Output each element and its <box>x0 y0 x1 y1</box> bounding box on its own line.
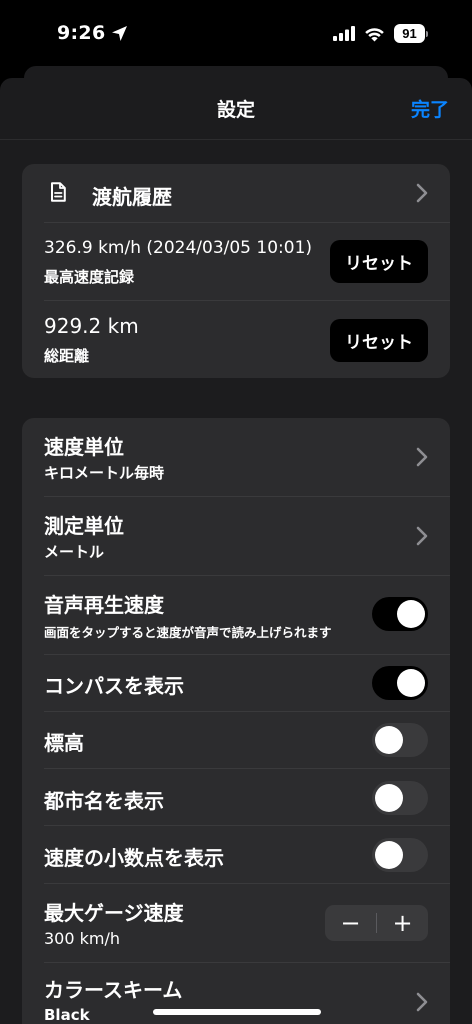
status-indicators: 91 <box>333 24 428 43</box>
page-title: 設定 <box>216 99 255 121</box>
altitude-row: 標高 <box>22 711 450 768</box>
max-speed-value: 326.9 km/h (2024/03/05 10:01) <box>44 238 313 258</box>
show-city-row: 都市名を表示 <box>22 768 450 825</box>
reset-max-speed-button[interactable]: リセット <box>330 240 428 283</box>
voice-speed-row: 音声再生速度 画面をタップすると速度が音声で読み上げられます <box>22 575 450 654</box>
chevron-right-icon <box>416 183 428 203</box>
battery-indicator: 91 <box>394 24 428 43</box>
clock-label: 9:26 <box>57 22 106 44</box>
wifi-icon <box>365 27 384 41</box>
max-gauge-title: 最大ゲージ速度 <box>44 901 184 925</box>
status-time: 9:26 <box>57 22 128 44</box>
toggle-knob <box>375 726 403 754</box>
show-city-toggle[interactable] <box>372 781 428 815</box>
voice-speed-toggle[interactable] <box>372 597 428 631</box>
speed-unit-title: 速度単位 <box>44 435 124 459</box>
toggle-knob <box>397 669 425 697</box>
home-indicator[interactable] <box>153 1009 321 1015</box>
show-decimal-title: 速度の小数点を表示 <box>44 846 224 870</box>
history-group: 渡航履歴 326.9 km/h (2024/03/05 10:01) 最高速度記… <box>22 164 450 378</box>
color-scheme-title: カラースキーム <box>44 978 183 1002</box>
done-button[interactable]: 完了 <box>411 95 449 122</box>
show-city-title: 都市名を表示 <box>44 789 164 813</box>
altitude-title: 標高 <box>44 731 84 755</box>
decrement-button[interactable]: − <box>325 905 376 941</box>
toggle-knob <box>375 784 403 812</box>
color-scheme-value: Black <box>44 1006 90 1024</box>
show-compass-row: コンパスを表示 <box>22 654 450 711</box>
show-decimal-row: 速度の小数点を表示 <box>22 825 450 883</box>
status-bar: 9:26 91 <box>0 0 472 66</box>
toggle-knob <box>375 841 403 869</box>
settings-sheet: 設定 完了 渡航履歴 326.9 km/h (2024/03/05 10:01)… <box>0 78 472 1024</box>
max-speed-row: 326.9 km/h (2024/03/05 10:01) 最高速度記録 リセッ… <box>22 222 450 300</box>
max-gauge-stepper: − + <box>325 905 428 941</box>
chevron-right-icon <box>416 526 428 546</box>
battery-level: 91 <box>394 24 425 43</box>
location-arrow-icon <box>112 25 128 41</box>
total-distance-label: 総距離 <box>44 347 90 365</box>
altitude-toggle[interactable] <box>372 723 428 757</box>
increment-button[interactable]: + <box>377 905 428 941</box>
document-icon <box>51 182 66 202</box>
history-row[interactable]: 渡航履歴 <box>22 164 450 222</box>
chevron-right-icon <box>416 992 428 1012</box>
reset-total-distance-button[interactable]: リセット <box>330 319 428 362</box>
max-gauge-row: 最大ゲージ速度 300 km/h − + <box>22 883 450 962</box>
max-gauge-value: 300 km/h <box>44 929 121 948</box>
voice-speed-description: 画面をタップすると速度が音声で読み上げられます <box>44 625 332 640</box>
toggle-knob <box>397 600 425 628</box>
measure-unit-value: メートル <box>44 543 105 561</box>
max-speed-label: 最高速度記録 <box>44 268 135 286</box>
show-compass-toggle[interactable] <box>372 666 428 700</box>
battery-cap <box>426 30 428 37</box>
show-compass-title: コンパスを表示 <box>44 674 184 698</box>
measure-unit-title: 測定単位 <box>44 514 124 538</box>
measure-unit-row[interactable]: 測定単位 メートル <box>22 496 450 575</box>
speed-unit-row[interactable]: 速度単位 キロメートル毎時 <box>22 418 450 496</box>
show-decimal-toggle[interactable] <box>372 838 428 872</box>
total-distance-row: 929.2 km 総距離 リセット <box>22 300 450 378</box>
settings-group: 速度単位 キロメートル毎時 測定単位 メートル 音声再生速度 画面をタップすると… <box>22 418 450 1024</box>
voice-speed-title: 音声再生速度 <box>44 593 164 617</box>
speed-unit-value: キロメートル毎時 <box>44 464 165 482</box>
nav-bar: 設定 完了 <box>0 78 472 140</box>
history-label: 渡航履歴 <box>92 185 172 209</box>
cellular-signal-icon <box>333 26 355 41</box>
chevron-right-icon <box>416 447 428 467</box>
total-distance-value: 929.2 km <box>44 314 139 338</box>
